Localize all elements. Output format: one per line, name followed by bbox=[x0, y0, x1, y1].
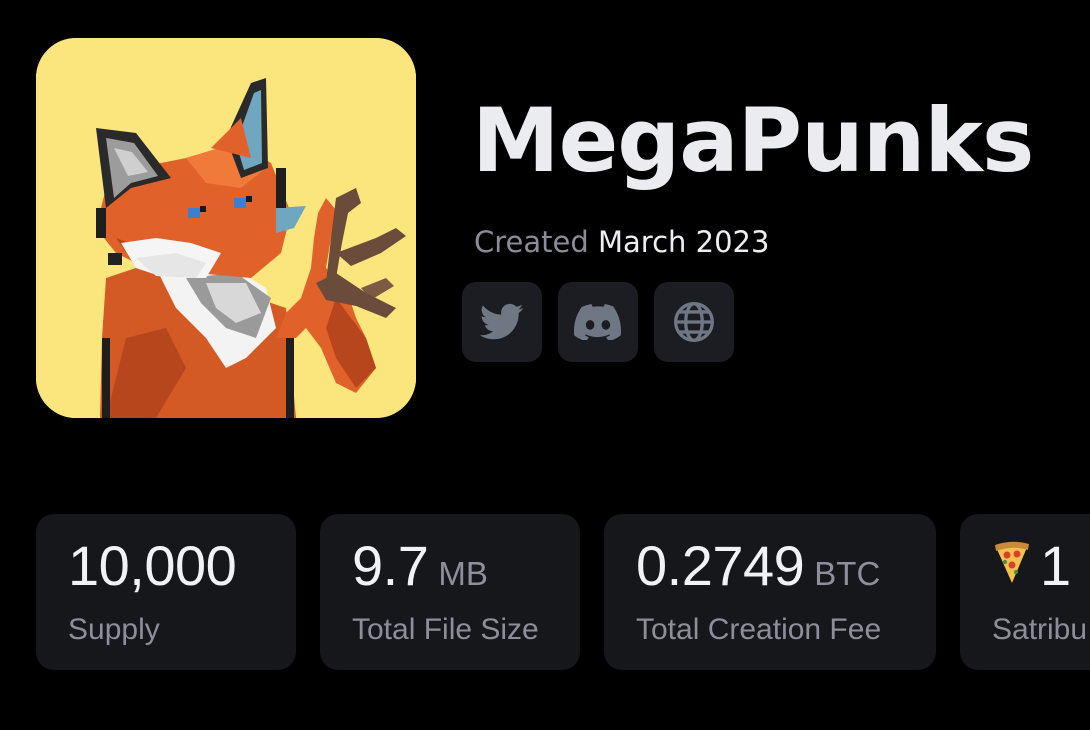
stat-label: Supply bbox=[68, 613, 160, 646]
stat-unit: MB bbox=[438, 555, 488, 592]
created-date: Created March 2023 bbox=[474, 224, 769, 260]
collection-title: MegaPunks bbox=[472, 89, 1034, 192]
globe-icon bbox=[674, 302, 714, 342]
twitter-icon bbox=[480, 303, 524, 340]
pixel-fox-icon bbox=[36, 38, 416, 418]
stat-value: 1 bbox=[1040, 534, 1071, 597]
stat-label: Total Creation Fee bbox=[636, 613, 882, 646]
stat-card-satributes: 1 Satribu bbox=[960, 514, 1090, 670]
discord-icon bbox=[574, 304, 622, 340]
stats-row: 10,000 Supply 9.7 MB Total File Size 0.2… bbox=[36, 514, 1090, 670]
stat-label: Total File Size bbox=[352, 613, 539, 646]
stat-card-file-size: 9.7 MB Total File Size bbox=[320, 514, 580, 670]
stat-label: Satribu bbox=[992, 613, 1088, 646]
collection-avatar bbox=[36, 38, 416, 418]
created-value: March 2023 bbox=[598, 225, 770, 259]
website-button[interactable] bbox=[654, 282, 734, 362]
discord-button[interactable] bbox=[558, 282, 638, 362]
pizza-icon bbox=[992, 541, 1032, 589]
stat-unit: BTC bbox=[814, 555, 881, 592]
stat-card-supply: 10,000 Supply bbox=[36, 514, 296, 670]
created-label: Created bbox=[474, 225, 589, 259]
stat-value: 0.2749 bbox=[636, 534, 805, 597]
social-links bbox=[462, 282, 734, 362]
stat-card-creation-fee: 0.2749 BTC Total Creation Fee bbox=[604, 514, 936, 670]
stat-value: 9.7 bbox=[352, 534, 429, 597]
twitter-button[interactable] bbox=[462, 282, 542, 362]
stat-value: 10,000 bbox=[68, 534, 237, 597]
